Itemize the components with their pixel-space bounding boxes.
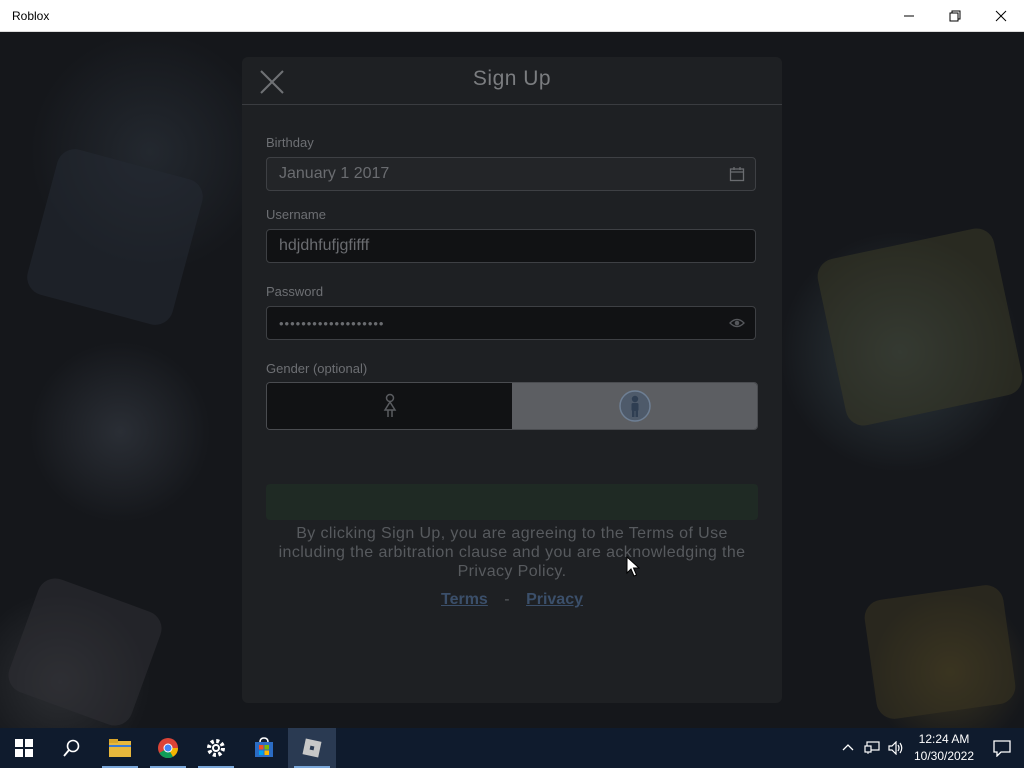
gender-male-button[interactable]	[512, 383, 757, 429]
legal-notice: By clicking Sign Up, you are agreeing to…	[278, 525, 746, 580]
birthday-label: Birthday	[266, 135, 314, 150]
minimize-button[interactable]	[886, 0, 932, 32]
gender-selector	[266, 382, 758, 430]
signup-submit-button[interactable]	[266, 484, 758, 520]
birthday-field[interactable]: January 1 2017	[266, 157, 756, 191]
windows-taskbar: 12:24 AM 10/30/2022	[0, 728, 1024, 768]
settings-icon	[207, 739, 225, 757]
background-tile	[23, 145, 207, 329]
taskbar-roblox[interactable]	[288, 728, 336, 768]
mouse-cursor-icon	[626, 556, 640, 577]
clock-date: 10/30/2022	[913, 749, 975, 763]
username-value: hdjdhfufjgfifff	[279, 237, 370, 254]
start-button[interactable]	[0, 728, 48, 768]
dialog-title: Sign Up	[472, 67, 552, 90]
gender-label: Gender (optional)	[266, 361, 368, 376]
password-input[interactable]: •••••••••••••••••••	[266, 306, 756, 340]
username-label: Username	[266, 207, 326, 222]
start-icon	[15, 739, 33, 757]
calendar-icon[interactable]	[729, 166, 745, 182]
chrome-icon	[158, 738, 179, 759]
notification-icon	[993, 740, 1011, 757]
roblox-icon	[302, 738, 322, 758]
terms-link[interactable]: Terms	[441, 591, 488, 608]
privacy-link[interactable]: Privacy	[526, 591, 583, 608]
taskbar-settings[interactable]	[192, 728, 240, 768]
close-window-button[interactable]	[978, 0, 1024, 32]
show-password-eye-icon[interactable]	[729, 315, 745, 331]
minimize-icon	[904, 15, 914, 17]
close-icon	[995, 10, 1007, 22]
search-icon	[63, 739, 80, 757]
background-tile	[3, 573, 167, 731]
network-button[interactable]	[860, 728, 884, 768]
search-button[interactable]	[48, 728, 96, 768]
male-icon	[618, 390, 651, 422]
signup-dialog: Sign Up Birthday January 1 2017 Username…	[242, 57, 782, 703]
female-icon	[383, 393, 396, 417]
volume-button[interactable]	[884, 728, 908, 768]
password-label: Password	[266, 284, 324, 299]
network-icon	[864, 741, 880, 754]
file-explorer-icon	[109, 739, 131, 757]
clock-time: 12:24 AM	[918, 732, 970, 746]
microsoft-store-icon	[255, 737, 273, 757]
volume-icon	[888, 741, 903, 755]
legal-links: Terms - Privacy	[242, 591, 782, 609]
username-input[interactable]: hdjdhfufjgfifff	[266, 229, 756, 263]
window-title: Roblox	[12, 8, 50, 23]
background-tile	[862, 582, 1018, 722]
restore-icon	[949, 10, 961, 22]
window-controls	[886, 0, 1024, 32]
system-tray: 12:24 AM 10/30/2022	[836, 728, 1024, 768]
show-hidden-icons-button[interactable]	[836, 728, 860, 768]
taskbar-chrome[interactable]	[144, 728, 192, 768]
dialog-header: Sign Up	[242, 57, 782, 105]
chevron-up-icon	[842, 744, 854, 751]
taskbar-file-explorer[interactable]	[96, 728, 144, 768]
gender-female-button[interactable]	[267, 383, 512, 429]
taskbar-microsoft-store[interactable]	[240, 728, 288, 768]
taskbar-clock[interactable]: 12:24 AM 10/30/2022	[908, 731, 980, 765]
action-center-button[interactable]	[980, 728, 1024, 768]
birthday-value: January 1 2017	[279, 165, 390, 182]
password-masked-value: •••••••••••••••••••	[279, 315, 385, 331]
links-separator: -	[504, 591, 510, 608]
window-title-bar: Roblox	[0, 0, 1024, 32]
restore-button[interactable]	[932, 0, 978, 32]
background-tile	[814, 225, 1024, 429]
